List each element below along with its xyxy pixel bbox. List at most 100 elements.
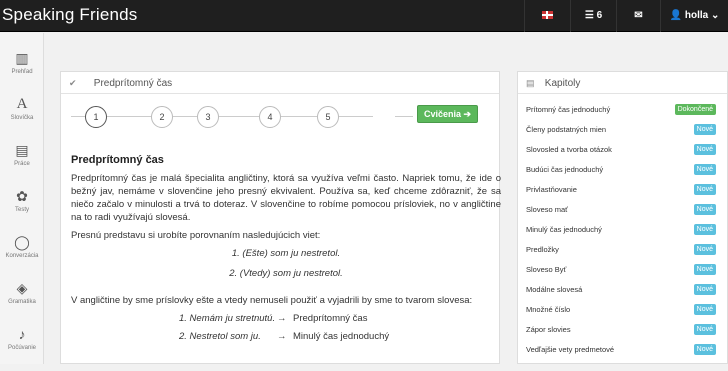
- sidebar-item-gramatika[interactable]: ◈ Gramatika: [0, 279, 44, 325]
- brand-logo[interactable]: Speaking Friends: [2, 5, 138, 25]
- chapter-item[interactable]: Slovosled a tvorba otázok Nové: [526, 140, 716, 160]
- list-icon: ☰: [584, 10, 594, 21]
- sidebar-item-slovicka[interactable]: A Slovíčka: [0, 95, 44, 141]
- status-badge: Nové: [693, 304, 716, 315]
- comparison-row: 2. Nestretol som ju. → Minulý čas jednod…: [71, 330, 501, 348]
- status-badge: Nové: [693, 264, 716, 275]
- chapter-item[interactable]: Prítomný čas jednoduchý Dokončené: [526, 100, 716, 120]
- status-badge: Nové: [693, 224, 716, 235]
- arrow-right-icon: ➔: [463, 109, 472, 119]
- example-sentence: 1. (Ešte) som ju nestretol.: [231, 248, 341, 259]
- chapters-panel-header: ▤ Kapitoly: [518, 72, 727, 94]
- lesson-content: Predprítomný čas Predprítomný čas je mal…: [71, 154, 501, 348]
- palette-icon: ✿: [16, 188, 28, 204]
- chapter-item[interactable]: Sloveso Byť Nové: [526, 260, 716, 280]
- user-icon: 👤: [669, 10, 683, 21]
- sidebar-item-label: Prehľad: [11, 69, 33, 75]
- chapter-item[interactable]: Množné číslo Nové: [526, 300, 716, 320]
- sidebar-item-label: Gramatika: [8, 299, 36, 305]
- status-badge: Nové: [693, 344, 716, 355]
- chapter-item[interactable]: Minulý čas jednoduchý Nové: [526, 220, 716, 240]
- book-icon: ▤: [15, 142, 29, 158]
- comparison-tense: Minulý čas jednoduchý: [293, 331, 390, 342]
- step-5[interactable]: 5: [317, 106, 339, 128]
- comparison-sentence: 1. Nemám ju stretnutú.: [179, 313, 276, 324]
- comparison-tense: Predprítomný čas: [293, 313, 368, 324]
- chapter-label: Prítomný čas jednoduchý: [526, 105, 611, 114]
- chapter-item[interactable]: Predložky Nové: [526, 240, 716, 260]
- chapter-label: Slovosled a tvorba otázok: [526, 145, 612, 154]
- sidebar-item-testy[interactable]: ✿ Testy: [0, 187, 44, 233]
- status-badge: Nové: [693, 184, 716, 195]
- sidebar-item-pocuvanie[interactable]: ♪ Počúvanie: [0, 325, 44, 371]
- sidebar-item-label: Práce: [14, 161, 30, 167]
- sidebar-item-prehlad[interactable]: ▥ Prehľad: [0, 49, 44, 95]
- chapters-title: Kapitoly: [544, 78, 581, 89]
- example-sentence: 2. (Vtedy) som ju nestretol.: [229, 268, 343, 279]
- chapter-item[interactable]: Budúci čas jednoduchý Nové: [526, 160, 716, 180]
- sidebar-item-label: Počúvanie: [7, 345, 37, 351]
- chapter-item[interactable]: Členy podstatných mien Nové: [526, 120, 716, 140]
- step-connector: [395, 116, 413, 117]
- step-3[interactable]: 3: [197, 106, 219, 128]
- music-icon: ♪: [18, 326, 26, 342]
- step-connector: [281, 116, 317, 117]
- step-connector: [107, 116, 151, 117]
- tasks-count: 6: [596, 10, 603, 21]
- language-button[interactable]: [524, 0, 570, 32]
- sidebar-item-label: Slovíčka: [10, 115, 34, 121]
- lesson-heading: Predprítomný čas: [71, 154, 164, 166]
- arrow-icon: →: [277, 313, 287, 324]
- step-connector: [71, 116, 85, 117]
- lesson-paragraph: Presnú predstavu si urobíte porovnaním n…: [71, 230, 321, 241]
- step-4[interactable]: 4: [259, 106, 281, 128]
- status-badge: Nové: [693, 124, 716, 135]
- step-2[interactable]: 2: [151, 106, 173, 128]
- lesson-panel-header: ✔ Predprítomný čas: [61, 72, 499, 94]
- chapter-label: Zápor slovies: [526, 325, 571, 334]
- step-1[interactable]: 1: [85, 106, 107, 128]
- chapter-item[interactable]: Zápor slovies Nové: [526, 320, 716, 340]
- chapter-label: Minulý čas jednoduchý: [526, 225, 602, 234]
- chapter-label: Sloveso mať: [526, 205, 568, 214]
- status-badge: Nové: [693, 324, 716, 335]
- comparison-sentence: 2. Nestretol som ju.: [179, 331, 261, 342]
- font-icon: A: [16, 96, 28, 112]
- user-name: holla: [684, 10, 709, 21]
- status-badge: Nové: [693, 284, 716, 295]
- uk-flag-icon: [542, 11, 553, 20]
- sidebar-item-konverzacia[interactable]: ◯ Konverzácia: [0, 233, 44, 279]
- chapter-label: Členy podstatných mien: [526, 125, 607, 134]
- chapter-item[interactable]: Sloveso mať Nové: [526, 200, 716, 220]
- step-connector: [219, 116, 259, 117]
- chapter-item[interactable]: Modálne slovesá Nové: [526, 280, 716, 300]
- status-badge: Dokončené: [674, 104, 716, 115]
- chapter-label: Vedľajšie vety predmetové: [526, 345, 615, 354]
- lesson-paragraph: V angličtine by sme príslovky ešte a vte…: [71, 295, 473, 306]
- page-title: Predprítomný čas: [93, 78, 173, 89]
- arrow-icon: →: [277, 331, 287, 342]
- comparison-row: 1. Nemám ju stretnutú. → Predprítomný ča…: [71, 312, 501, 330]
- chat-icon: ◯: [14, 234, 30, 250]
- user-menu[interactable]: 👤 holla ⌄: [660, 0, 728, 32]
- messages-button[interactable]: ✉: [616, 0, 660, 32]
- step-connector: [339, 116, 373, 117]
- chapters-panel: ▤ Kapitoly Prítomný čas jednoduchý Dokon…: [517, 71, 728, 364]
- chapter-item[interactable]: Vedľajšie vety predmetové Nové: [526, 340, 716, 360]
- status-badge: Nové: [693, 144, 716, 155]
- check-icon: ✔: [69, 78, 77, 88]
- sidebar-item-prace[interactable]: ▤ Práce: [0, 141, 44, 187]
- tasks-button[interactable]: ☰ 6: [570, 0, 616, 32]
- lesson-paragraph: Predprítomný čas je malá špecialita angl…: [71, 173, 501, 223]
- chapter-label: Predložky: [526, 245, 559, 254]
- status-badge: Nové: [693, 204, 716, 215]
- envelope-icon: ✉: [634, 10, 643, 21]
- exercises-button-label: Cvičenia: [423, 109, 461, 119]
- eraser-icon: ◈: [16, 280, 28, 296]
- sidebar-item-label: Testy: [14, 207, 29, 213]
- exercises-button[interactable]: Cvičenia ➔: [417, 105, 478, 123]
- chapter-label: Modálne slovesá: [526, 285, 583, 294]
- bar-chart-icon: ▥: [15, 50, 29, 66]
- chapter-item[interactable]: Privlastňovanie Nové: [526, 180, 716, 200]
- status-badge: Nové: [693, 244, 716, 255]
